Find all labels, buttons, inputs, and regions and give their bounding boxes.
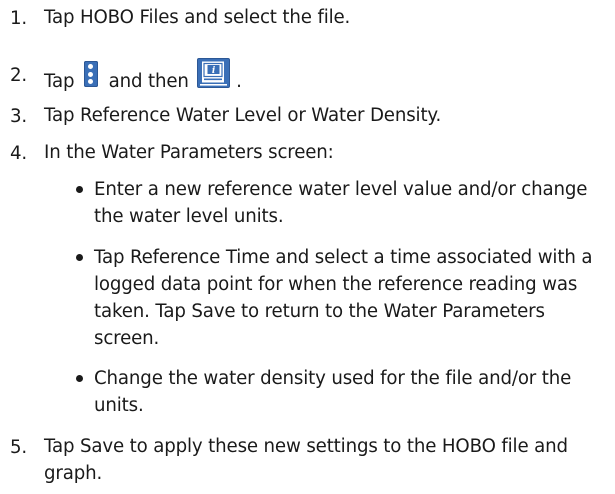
file-details-icon: i	[197, 58, 231, 88]
step-number: 4.	[10, 143, 28, 164]
bullet-dot	[76, 186, 83, 193]
step-text: Tap and then i .	[44, 58, 609, 95]
step-text: Tap HOBO Files and select the file.	[44, 7, 351, 28]
step-number: 1.	[10, 8, 28, 29]
vertical-ellipsis-menu-icon	[83, 61, 98, 87]
bullet-dot	[76, 254, 83, 261]
step-text: In the Water Parameters screen:	[44, 142, 334, 163]
step-number: 3.	[10, 106, 28, 127]
bullet-text: Enter a new reference water level value …	[94, 179, 588, 227]
step-text-middle: and then	[108, 71, 189, 92]
step-number: 5.	[10, 437, 28, 458]
step-text-after: .	[236, 71, 242, 92]
step-text: Tap Save to apply these new settings to …	[44, 436, 568, 484]
bullet-text: Tap Reference Time and select a time ass…	[94, 247, 593, 349]
step-text-before: Tap	[44, 71, 75, 92]
bullet-dot	[76, 375, 83, 382]
step-number: 2.	[10, 65, 28, 86]
step-text: Tap Reference Water Level or Water Densi…	[44, 105, 442, 126]
bullet-text: Change the water density used for the fi…	[94, 368, 572, 416]
